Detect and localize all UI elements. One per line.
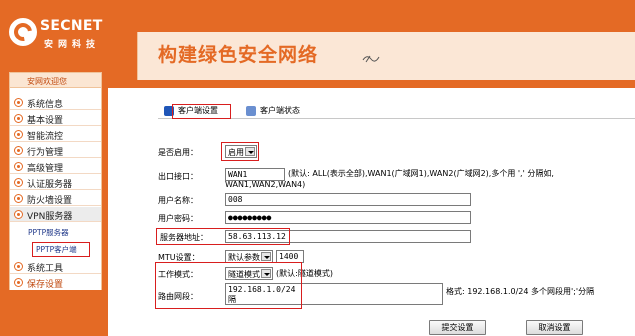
circle-bullet-icon: [14, 194, 23, 203]
password-input[interactable]: ●●●●●●●●●: [225, 211, 471, 224]
sidebar-item-label: VPN服务器: [27, 212, 73, 222]
wan-hint: (默认: ALL(表示全部),WAN1(广域网1),WAN2(广域网2),多个用…: [288, 169, 554, 178]
circle-bullet-icon: [14, 162, 23, 171]
sidebar-item-system-info[interactable]: 系统信息: [10, 95, 101, 110]
circle-bullet-icon: [14, 210, 23, 219]
highlight-box-mode-route: [155, 262, 302, 309]
tab-client-status[interactable]: 客户端状态: [242, 102, 322, 119]
highlight-box-client-tab: [172, 104, 231, 119]
enable-label: 是否启用：: [158, 148, 198, 157]
sidebar-header: 安网欢迎您: [9, 72, 102, 88]
tab-icon: [246, 106, 256, 116]
sidebar-item-label: 行为管理: [27, 148, 64, 158]
sidebar-item-vpn-server[interactable]: VPN服务器: [10, 207, 101, 222]
sidebar-item-label: 系统信息: [27, 100, 64, 110]
route-segment-hint: 格式: 192.168.1.0/24 多个网段用';'分隔: [446, 287, 595, 296]
sidebar-subitem-label: PPTP服务器: [28, 228, 69, 237]
wan-hint-continued: WAN1,WAN2,WAN4): [225, 180, 306, 189]
brand-logo: SECNET 安网科技: [0, 0, 108, 62]
sidebar-item-auth-server[interactable]: 认证服务器: [10, 175, 101, 190]
circle-bullet-icon: [14, 98, 23, 107]
cancel-button[interactable]: 取消设置: [526, 320, 583, 335]
circle-bullet-icon: [14, 178, 23, 187]
brand-name-cn: 安网科技: [44, 40, 101, 50]
sidebar-item-label: 防火墙设置: [27, 196, 73, 206]
password-label: 用户密码：: [158, 214, 198, 223]
sidebar-item-advanced[interactable]: 高级管理: [10, 159, 101, 174]
mtu-select-value: 默认参数: [228, 253, 260, 262]
highlight-box-enable: [221, 142, 259, 161]
sidebar-item-label: 智能流控: [27, 132, 64, 142]
sidebar-welcome-text: 安网欢迎您: [27, 77, 67, 86]
sidebar-item-system-tools[interactable]: 系统工具: [10, 259, 101, 274]
username-label: 用户名称：: [158, 196, 198, 205]
secnet-logo-icon: [9, 18, 37, 46]
sidebar-item-firewall[interactable]: 防火墙设置: [10, 191, 101, 206]
wan-label: 出口接口：: [158, 172, 198, 181]
sidebar-item-behavior[interactable]: 行为管理: [10, 143, 101, 158]
decorative-swirl-icon: [362, 55, 380, 63]
sidebar-item-save-settings[interactable]: 保存设置: [10, 275, 101, 290]
highlight-box-server-address: [156, 228, 290, 245]
banner-title: 构建绿色安全网络: [158, 44, 319, 66]
sidebar-item-label: 认证服务器: [27, 180, 73, 190]
circle-bullet-icon: [14, 114, 23, 123]
username-input[interactable]: 008: [225, 193, 471, 206]
sidebar-item-traffic-control[interactable]: 智能流控: [10, 127, 101, 142]
sidebar-item-label: 保存设置: [27, 280, 64, 290]
brand-name-en: SECNET: [40, 18, 103, 34]
sidebar-item-label: 基本设置: [27, 116, 64, 126]
circle-bullet-icon: [14, 278, 23, 287]
chevron-down-icon: [261, 252, 271, 261]
circle-bullet-icon: [14, 146, 23, 155]
submit-button[interactable]: 提交设置: [429, 320, 486, 335]
sidebar-subitem-pptp-server[interactable]: PPTP服务器: [10, 225, 101, 240]
highlight-box-pptp-client: [32, 242, 90, 257]
sidebar-item-label: 高级管理: [27, 164, 64, 174]
circle-bullet-icon: [14, 262, 23, 271]
sidebar-item-label: 系统工具: [27, 264, 64, 274]
tab-label: 客户端状态: [260, 106, 300, 115]
circle-bullet-icon: [14, 130, 23, 139]
sidebar-item-basic-settings[interactable]: 基本设置: [10, 111, 101, 126]
